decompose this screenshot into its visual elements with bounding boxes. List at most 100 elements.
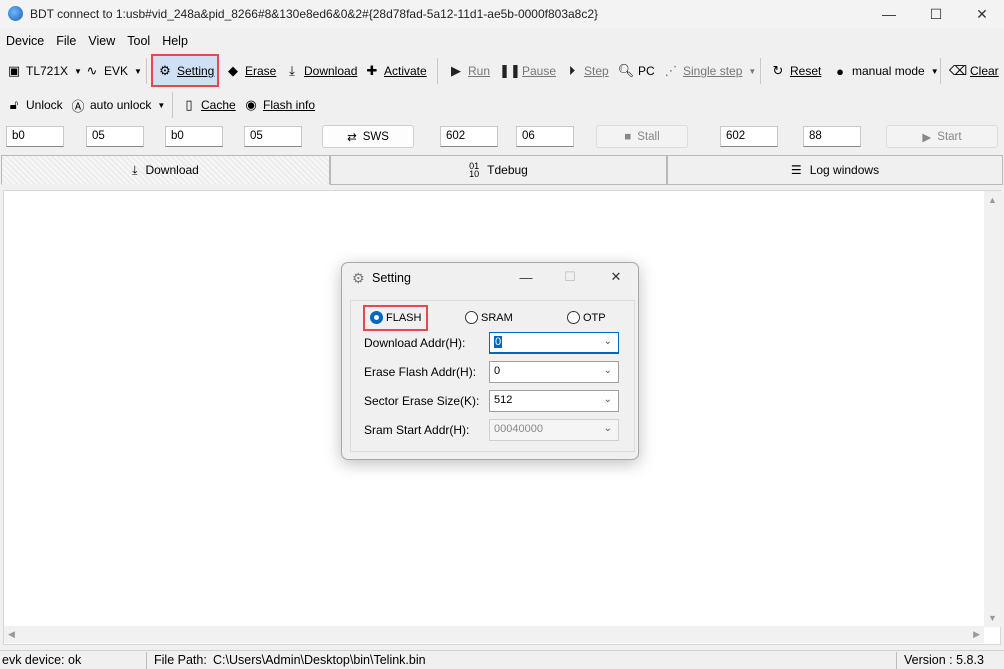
sector-erase-size-combo[interactable]: 512 ⌄ xyxy=(489,390,619,412)
flash-info-button[interactable]: ◉ Flash info xyxy=(243,94,315,116)
step-button[interactable]: ⏵ Step xyxy=(564,60,609,82)
plus-icon: ✚ xyxy=(366,63,378,78)
binary-icon: 01 10 xyxy=(469,161,480,179)
step-label: Step xyxy=(584,64,609,78)
radio-sram-label: SRAM xyxy=(481,311,513,324)
footsteps-icon: ⋰ xyxy=(664,63,678,78)
scroll-right-icon[interactable]: ▶ xyxy=(973,629,980,640)
minimize-button[interactable]: — xyxy=(866,3,912,25)
setting-dialog: ⚙ Setting — ☐ ✕ FLASH SRAM OTP Download … xyxy=(341,262,639,460)
status-bar: evk device: ok File Path: C:\Users\Admin… xyxy=(0,650,1004,669)
board-select[interactable]: ∿ EVK ▼ xyxy=(84,60,142,82)
divider xyxy=(172,92,173,118)
radio-otp[interactable]: OTP xyxy=(567,311,606,324)
run-button[interactable]: ▶ Run xyxy=(448,60,490,82)
board-label: EVK xyxy=(104,64,129,78)
stall-label: Stall xyxy=(637,130,660,143)
pc-button[interactable]: 🔍︎ PC xyxy=(618,60,655,82)
sector-erase-size-value: 512 xyxy=(494,394,513,406)
chevron-down-icon: ▼ xyxy=(134,66,142,76)
title-bar: BDT connect to 1:usb#vid_248a&pid_8266#8… xyxy=(0,0,1004,28)
start-button[interactable]: ▶ Start xyxy=(886,125,998,148)
tab-tdebug-label: Tdebug xyxy=(487,163,528,177)
activate-button[interactable]: ✚ Activate xyxy=(364,60,427,82)
reg-field-2[interactable]: 05 xyxy=(86,126,144,147)
radio-sram[interactable]: SRAM xyxy=(465,311,513,324)
scroll-down-icon[interactable]: ▼ xyxy=(988,613,997,623)
menu-tool[interactable]: Tool xyxy=(121,32,156,52)
radio-flash[interactable]: FLASH xyxy=(370,311,421,324)
highlight-box xyxy=(151,54,219,87)
close-button[interactable]: ✕ xyxy=(959,3,1004,25)
chip-select[interactable]: ▣ TL721X ▼ xyxy=(6,60,82,82)
pause-label: Pause xyxy=(522,64,557,78)
sram-start-addr-combo: 00040000 ⌄ xyxy=(489,419,619,441)
pause-icon: ❚❚ xyxy=(499,63,521,78)
mode-select[interactable]: ● manual mode ▼ xyxy=(832,60,939,82)
menu-help[interactable]: Help xyxy=(156,32,194,52)
radio-otp-label: OTP xyxy=(583,311,606,324)
download-addr-combo[interactable]: 0 ⌄ xyxy=(489,332,619,354)
scroll-left-icon[interactable]: ◀ xyxy=(8,629,15,640)
chevron-down-icon: ⌄ xyxy=(603,394,612,405)
sws-button[interactable]: ⇄ SWS xyxy=(322,125,414,148)
dialog-minimize-button[interactable]: — xyxy=(506,267,546,287)
stall-button[interactable]: ■ Stall xyxy=(596,125,688,148)
dialog-title: Setting xyxy=(372,271,411,285)
chip-label: TL721X xyxy=(26,64,69,78)
tab-log-windows[interactable]: ☰ Log windows xyxy=(667,155,1003,185)
cache-button[interactable]: ▯ Cache xyxy=(181,94,235,116)
single-step-button[interactable]: ⋰ Single step ▼ xyxy=(663,60,757,82)
app-icon xyxy=(8,6,23,21)
activate-label: Activate xyxy=(384,64,427,78)
chevron-down-icon: ⌄ xyxy=(603,336,612,347)
maximize-button[interactable]: ☐ xyxy=(913,3,959,25)
pc-label: PC xyxy=(638,64,655,78)
run-label: Run xyxy=(468,64,491,78)
list-icon: ☰ xyxy=(790,163,802,177)
menu-file[interactable]: File xyxy=(50,32,82,52)
dialog-close-button[interactable]: ✕ xyxy=(596,267,636,287)
mode-label: manual mode xyxy=(852,64,925,78)
vertical-scrollbar[interactable]: ▲ ▼ xyxy=(984,191,1001,627)
divider xyxy=(437,58,438,84)
reg-field-3[interactable]: b0 xyxy=(165,126,223,147)
tab-tdebug[interactable]: 01 10 Tdebug xyxy=(330,155,667,185)
horizontal-scrollbar[interactable]: ◀ ▶ xyxy=(4,626,984,643)
clear-button[interactable]: ⌫ Clear xyxy=(948,60,999,82)
sram-start-addr-label: Sram Start Addr(H): xyxy=(364,423,470,437)
reg-field-6[interactable]: 06 xyxy=(516,126,574,147)
erase-flash-addr-combo[interactable]: 0 ⌄ xyxy=(489,361,619,383)
sector-erase-size-label: Sector Erase Size(K): xyxy=(364,394,480,408)
reg-field-1[interactable]: b0 xyxy=(6,126,64,147)
tab-log-windows-label: Log windows xyxy=(809,163,880,177)
scroll-up-icon[interactable]: ▲ xyxy=(988,195,997,205)
auto-unlock-select[interactable]: Ⓐ auto unlock ▼ xyxy=(70,94,165,116)
gear-icon: ⚙ xyxy=(352,270,365,286)
erase-flash-addr-label: Erase Flash Addr(H): xyxy=(364,365,477,379)
erase-button[interactable]: ◆ Erase xyxy=(225,60,276,82)
reg-field-7[interactable]: 602 xyxy=(720,126,778,147)
divider xyxy=(896,652,897,669)
divider xyxy=(760,58,761,84)
broom-icon: ⌫ xyxy=(948,63,968,78)
menu-view[interactable]: View xyxy=(82,32,121,52)
menu-device[interactable]: Device xyxy=(0,32,50,52)
pause-button[interactable]: ❚❚ Pause xyxy=(499,60,557,82)
version-label: Version : 5.8.3 xyxy=(904,653,984,667)
divider xyxy=(940,58,941,84)
reg-field-5[interactable]: 602 xyxy=(440,126,498,147)
sram-start-addr-value: 00040000 xyxy=(494,423,543,435)
device-status: evk device: ok xyxy=(2,653,82,667)
tab-download[interactable]: ⤓ Download xyxy=(1,155,330,185)
unlock-button[interactable]: 🔓︎ Unlock xyxy=(6,94,63,116)
reg-field-8[interactable]: 88 xyxy=(803,126,861,147)
download-addr-value: 0 xyxy=(494,336,503,348)
reg-field-4[interactable]: 05 xyxy=(244,126,302,147)
file-path-label: File Path: xyxy=(154,653,207,667)
download-button[interactable]: ⤓ Download xyxy=(284,60,357,82)
reset-button[interactable]: ↻ Reset xyxy=(770,60,822,82)
chevron-down-icon: ▼ xyxy=(157,100,166,110)
reset-label: Reset xyxy=(790,64,822,78)
menu-bar: Device File View Tool Help xyxy=(0,32,194,52)
